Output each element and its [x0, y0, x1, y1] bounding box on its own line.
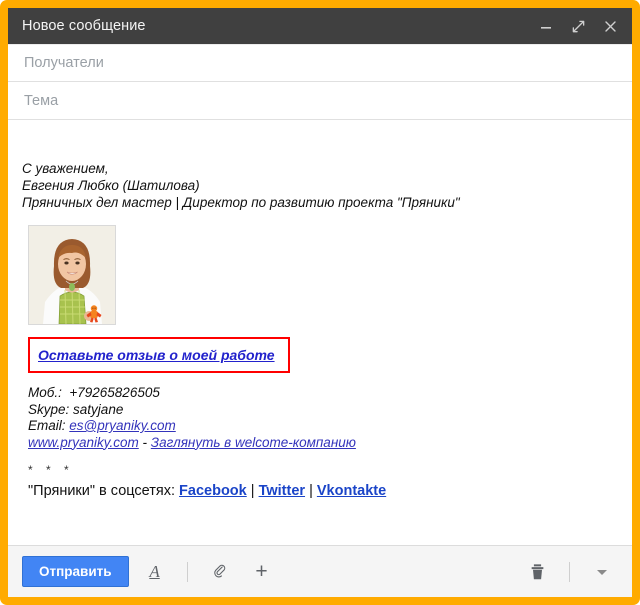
- message-body[interactable]: С уважением, Евгения Любко (Шатилова) Пр…: [8, 120, 632, 545]
- minimize-button[interactable]: [532, 12, 560, 40]
- close-button[interactable]: [596, 12, 624, 40]
- vkontakte-link[interactable]: Vkontakte: [317, 483, 386, 499]
- attach-file-button[interactable]: [204, 556, 236, 588]
- compose-window: Новое сообщение Получатели Тема С уважен…: [8, 8, 632, 597]
- trash-icon: [531, 563, 543, 579]
- contact-mobile-value: +79265826505: [69, 385, 160, 400]
- more-options-button[interactable]: [586, 556, 618, 588]
- facebook-link[interactable]: Facebook: [179, 483, 247, 499]
- contact-mobile: Моб.: +79265826505: [28, 385, 618, 402]
- format-text-button[interactable]: A: [139, 556, 171, 588]
- contact-skype: Skype: satyjane: [28, 402, 618, 419]
- send-button[interactable]: Отправить: [22, 555, 129, 588]
- website-line: www.pryaniky.com - Заглянуть в welcome-к…: [28, 435, 618, 452]
- social-separator-1: |: [250, 483, 255, 499]
- expand-icon: [572, 20, 584, 32]
- compose-window-frame: Новое сообщение Получатели Тема С уважен…: [0, 0, 640, 605]
- website-link[interactable]: www.pryaniky.com: [28, 435, 139, 450]
- welcome-company-link[interactable]: Заглянуть в welcome-компанию: [151, 435, 356, 450]
- paperclip-icon: [214, 564, 226, 578]
- social-line: "Пряники" в соцсетях: Facebook | Twitter…: [28, 483, 618, 499]
- contact-mobile-label: Моб.:: [28, 385, 62, 400]
- chevron-down-icon: [597, 569, 607, 575]
- toolbar-divider-right: [569, 561, 570, 582]
- review-link[interactable]: Оставьте отзыв о моей работе: [38, 347, 275, 363]
- contact-skype-value: satyjane: [73, 401, 124, 417]
- contact-email-label: Email:: [28, 418, 66, 433]
- signature-photo: [28, 225, 116, 325]
- contact-email: Email: es@pryaniky.com: [28, 418, 618, 435]
- signature-line-2: Евгения Любко (Шатилова): [22, 178, 200, 193]
- recipients-input[interactable]: [22, 54, 618, 72]
- contacts-block: Моб.: +79265826505 Skype: satyjane Email…: [28, 385, 618, 451]
- review-link-box: Оставьте отзыв о моей работе: [28, 337, 290, 373]
- window-title: Новое сообщение: [22, 18, 146, 34]
- signature-photo-wrap: [28, 225, 618, 325]
- signature-line-3: Пряничных дел мастер | Директор по разви…: [22, 195, 460, 210]
- close-icon: [604, 20, 616, 32]
- social-prefix: "Пряники" в соцсетях:: [28, 483, 176, 499]
- toolbar-divider: [186, 561, 188, 582]
- expand-button[interactable]: [564, 12, 592, 40]
- asterisk-divider: * * *: [28, 463, 74, 477]
- contact-skype-label: Skype:: [28, 401, 70, 417]
- recipients-row[interactable]: [8, 44, 632, 82]
- plus-icon: +: [255, 560, 268, 583]
- twitter-link[interactable]: Twitter: [259, 483, 305, 499]
- social-separator-2: |: [309, 483, 313, 499]
- email-link[interactable]: es@pryaniky.com: [69, 418, 175, 433]
- title-bar: Новое сообщение: [8, 8, 632, 44]
- signature-line-1: С уважением,: [22, 161, 109, 176]
- window-controls: [532, 12, 624, 40]
- insert-more-button[interactable]: +: [246, 556, 278, 588]
- discard-draft-button[interactable]: [521, 556, 553, 588]
- subject-row[interactable]: [8, 82, 632, 120]
- website-separator: -: [138, 434, 151, 450]
- subject-input[interactable]: [22, 91, 618, 110]
- format-text-icon: A: [149, 561, 160, 581]
- compose-toolbar: Отправить A +: [8, 545, 632, 597]
- minimize-icon: [541, 27, 551, 29]
